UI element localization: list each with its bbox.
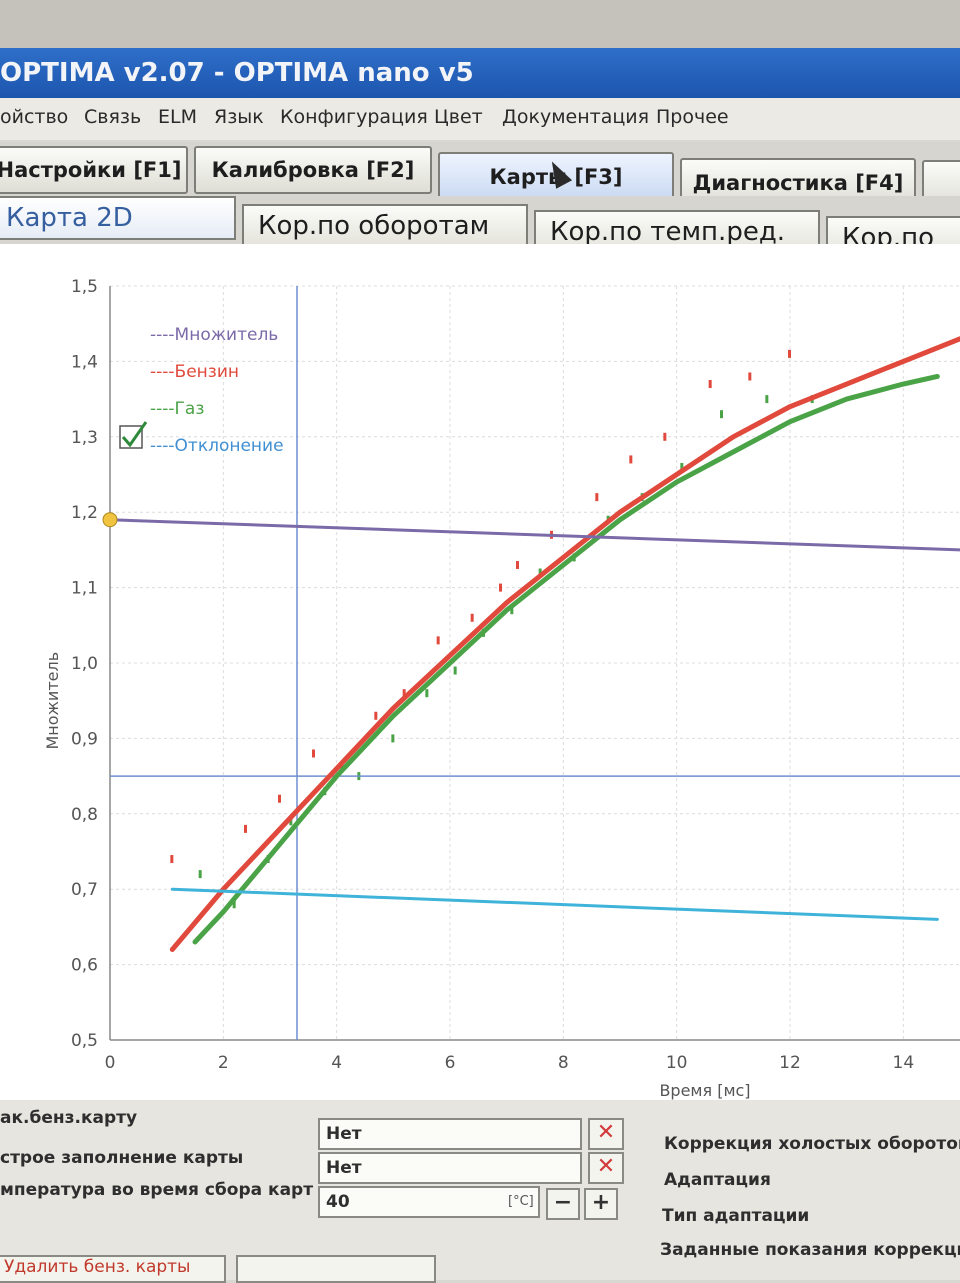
x-tick-label: 2 — [218, 1053, 229, 1073]
label-idle-correction: Коррекция холостых оборотов — [664, 1134, 960, 1154]
x-tick-label: 4 — [331, 1053, 342, 1073]
window-title: OPTIMA v2.07 - OPTIMA nano v5 — [0, 58, 474, 88]
scatter-point-gas — [453, 666, 457, 675]
y-tick-label: 1,5 — [71, 277, 98, 297]
clear-icon[interactable]: ✕ — [588, 1152, 624, 1184]
clear-icon[interactable]: ✕ — [588, 1118, 624, 1150]
tab-map-2d[interactable]: Карта 2D — [0, 196, 236, 240]
menu-item-configuration[interactable]: Конфигурация — [280, 106, 428, 128]
menu-item-color[interactable]: Цвет — [434, 106, 483, 128]
scatter-point-petrol — [470, 613, 474, 622]
tab-settings[interactable]: Настройки [F1] — [0, 146, 188, 194]
button-bottom-2[interactable] — [236, 1255, 436, 1283]
field-reset-petrol-map[interactable]: Нет — [318, 1118, 582, 1150]
field-fast-fill[interactable]: Нет — [318, 1152, 582, 1184]
label-collection-temperature: мпература во время сбора карт — [0, 1180, 314, 1200]
scatter-point-petrol — [312, 749, 315, 758]
label-set-correction: Заданные показания коррекции — [660, 1240, 960, 1260]
label-fast-fill: строе заполнение карты — [0, 1148, 244, 1168]
series-line-2 — [108, 518, 960, 552]
sub-tab-bar: Карта 2D Кор.по оборотам Кор.по темп.ред… — [0, 196, 960, 260]
scatter-point-gas — [391, 734, 395, 743]
scatter-point-petrol — [516, 560, 519, 569]
scatter-point-petrol — [788, 349, 791, 358]
x-tick-label: 8 — [558, 1053, 569, 1073]
y-tick-label: 1,2 — [71, 503, 98, 523]
scatter-point-petrol — [595, 493, 599, 502]
scatter-point-petrol — [499, 583, 502, 592]
multiplier-marker — [102, 512, 118, 528]
menu-item-connection[interactable]: Связь — [84, 106, 141, 128]
chart-svg[interactable]: 0 2 4 6 8 10 12 14 0,5 0,6 0,7 0,8 0,9 1,0 1,1 1,2 1,3 1,… — [0, 244, 960, 1100]
y-tick-label: 0,5 — [71, 1031, 98, 1051]
field-collection-temperature[interactable]: 40 — [318, 1186, 540, 1218]
window-titlebar: OPTIMA v2.07 - OPTIMA nano v5 — [0, 48, 960, 98]
series-line-3 — [170, 887, 939, 921]
x-tick-label: 10 — [666, 1053, 688, 1073]
x-tick-label: 12 — [779, 1053, 801, 1073]
scatter-point-gas — [198, 870, 202, 879]
x-tick-label: 0 — [105, 1053, 116, 1073]
menu-item-device[interactable]: ойство — [0, 106, 68, 128]
y-tick-label: 0,6 — [71, 956, 98, 976]
y-tick-label: 1,3 — [71, 428, 98, 448]
main-tab-bar: Настройки [F1] Калибровка [F2] Карты [F3… — [0, 142, 960, 210]
scatter-point-petrol — [629, 455, 633, 464]
decrement-button[interactable]: − — [546, 1188, 580, 1220]
increment-button[interactable]: + — [584, 1188, 618, 1220]
tab-calibration[interactable]: Калибровка [F2] — [194, 146, 432, 194]
legend-item: ----Множитель — [150, 325, 278, 345]
controls-panel: ак.бенз.карту Нет ✕ строе заполнение кар… — [0, 1100, 960, 1280]
legend-item: ----Бензин — [150, 362, 239, 382]
scatter-point-gas — [425, 689, 429, 698]
scatter-point-petrol — [663, 432, 667, 441]
label-adaptation: Адаптация — [664, 1170, 771, 1190]
y-axis-label: Множитель — [43, 652, 62, 750]
x-tick-label: 14 — [893, 1053, 915, 1073]
series-line-1 — [192, 373, 940, 945]
y-tick-label: 0,8 — [71, 805, 98, 825]
scatter-point-petrol — [278, 794, 281, 803]
chart-legend: ----Множитель ----Бензин ----Газ ----Отклон… — [119, 325, 284, 456]
monitor-bezel — [0, 0, 960, 48]
menu-item-elm[interactable]: ELM — [158, 106, 197, 128]
label-reset-petrol-map: ак.бенз.карту — [0, 1108, 138, 1128]
scatter-point-petrol — [708, 380, 712, 389]
menu-item-language[interactable]: Язык — [214, 106, 264, 128]
scatter-point-petrol — [244, 824, 247, 833]
y-tick-label: 1,1 — [71, 579, 98, 599]
scatter-point-petrol — [436, 636, 440, 645]
x-axis-label: Время [мс] — [659, 1081, 750, 1100]
button-delete-petrol-maps[interactable]: Удалить бенз. карты — [0, 1255, 226, 1283]
legend-item: ----Газ — [150, 399, 204, 419]
menu-bar: ойство Связь ELM Язык Конфигурация Цвет … — [0, 98, 960, 140]
legend-item: ----Отклонение — [150, 436, 284, 456]
x-tick-label: 6 — [445, 1053, 456, 1073]
y-tick-label: 1,4 — [71, 352, 98, 372]
chart-panel: 0 2 4 6 8 10 12 14 0,5 0,6 0,7 0,8 0,9 1,0 1,1 1,2 1,3 1,… — [0, 244, 960, 1100]
menu-item-other[interactable]: Прочее — [656, 106, 729, 128]
scatter-point-gas — [765, 395, 769, 404]
temperature-unit: [°C] — [508, 1194, 534, 1209]
series-line-0 — [169, 336, 960, 953]
scatter-point-petrol — [374, 711, 378, 720]
scatter-point-petrol — [748, 372, 752, 381]
tab-correction-rpm[interactable]: Кор.по оборотам — [242, 204, 528, 248]
chart-grid — [109, 285, 960, 1041]
label-adaptation-type: Тип адаптации — [662, 1206, 810, 1226]
chart-scatter — [170, 349, 814, 909]
menu-item-documentation[interactable]: Документация — [502, 106, 649, 128]
scatter-point-petrol — [170, 855, 174, 864]
y-tick-label: 1,0 — [71, 654, 98, 674]
y-tick-label: 0,7 — [71, 880, 98, 900]
scatter-point-gas — [720, 410, 723, 419]
y-tick-label: 0,9 — [71, 729, 98, 749]
